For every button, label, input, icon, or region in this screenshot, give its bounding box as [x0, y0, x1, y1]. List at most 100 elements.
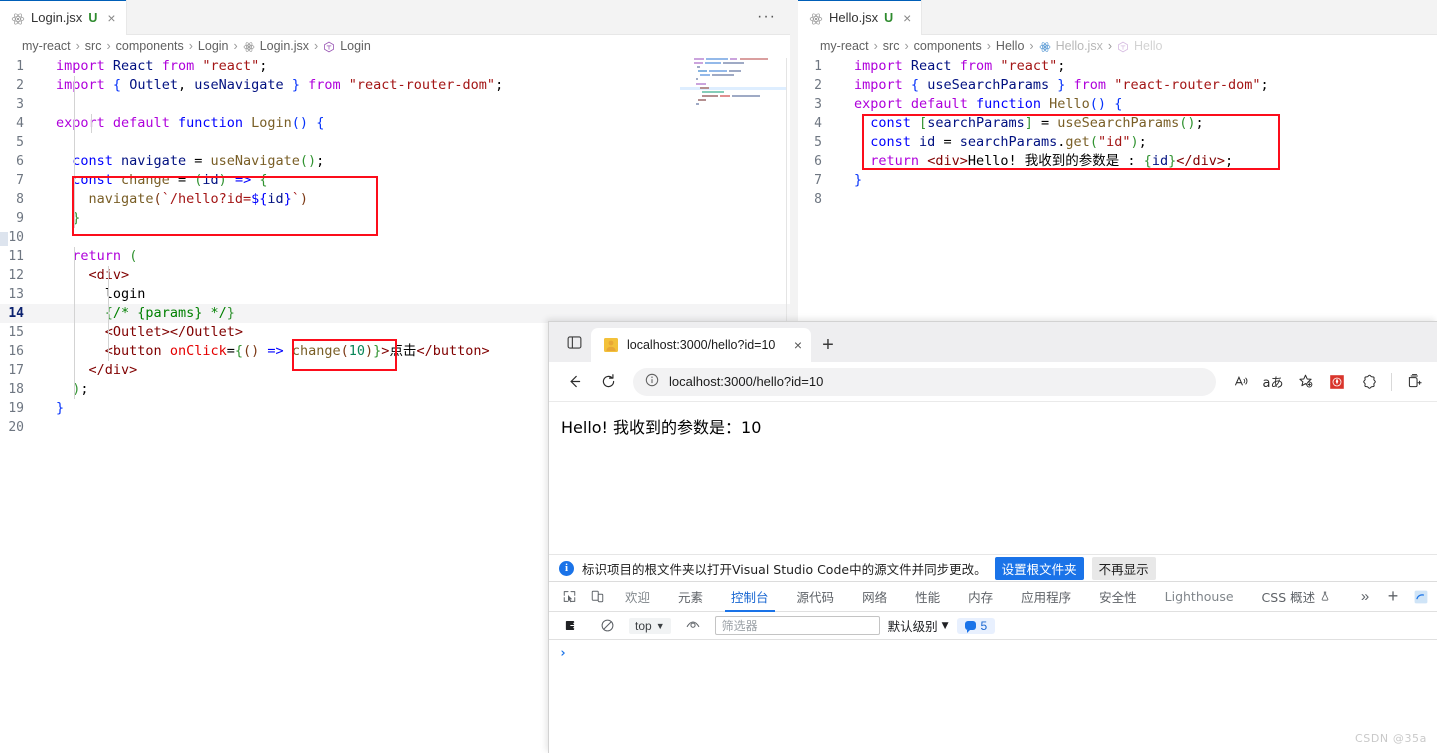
code-line: 4 export default function Login() { — [0, 114, 790, 133]
no-entry-icon[interactable] — [593, 612, 621, 640]
device-toolbar-icon[interactable] — [583, 583, 611, 611]
code-text: <Outlet></Outlet> — [105, 324, 244, 340]
code-line: 12 <div> — [0, 266, 790, 285]
live-expression-icon[interactable] — [679, 612, 707, 640]
more-tabs-icon[interactable]: » — [1351, 583, 1379, 611]
devtools-tab-welcome[interactable]: 欢迎 — [611, 582, 664, 612]
code-text: const change = (id) => { — [72, 172, 268, 188]
notification-message: 标识项目的根文件夹以打开Visual Studio Code中的源文件并同步更改… — [582, 561, 987, 577]
devtools-tab-elements[interactable]: 元素 — [664, 582, 717, 612]
reload-button[interactable] — [593, 367, 623, 397]
devtools-tab-application[interactable]: 应用程序 — [1007, 582, 1085, 612]
line-number: 7 — [16, 173, 24, 188]
set-root-folder-button[interactable]: 设置根文件夹 — [994, 556, 1084, 580]
close-icon[interactable]: × — [107, 11, 115, 25]
favicon-icon — [603, 337, 619, 353]
indent-guide — [108, 266, 109, 361]
new-tab-button[interactable]: + — [811, 328, 845, 362]
breadcrumb-item-2[interactable]: components — [116, 39, 184, 53]
breadcrumb-item-0[interactable]: my-react — [820, 39, 869, 53]
line-number: 6 — [16, 154, 24, 169]
extension-icon[interactable] — [1322, 367, 1352, 397]
breadcrumb-item-4[interactable]: Hello.jsx — [1056, 39, 1103, 53]
add-tab-icon[interactable]: + — [1379, 583, 1407, 611]
collections-icon[interactable] — [1399, 367, 1429, 397]
code-text: ); — [72, 381, 89, 397]
indent-guide — [74, 76, 75, 228]
clear-console-icon[interactable] — [557, 612, 585, 640]
devtools-tab-css-overview[interactable]: CSS 概述 — [1248, 582, 1345, 612]
line-number: 9 — [16, 211, 24, 226]
editor-tab-filename: Hello.jsx — [829, 10, 879, 25]
inspect-element-icon[interactable] — [555, 583, 583, 611]
console-toolbar: top ▼ 筛选器 默认级别 ▼ 5 — [549, 612, 1437, 640]
read-aloud-icon[interactable] — [1226, 367, 1256, 397]
console-message-count-badge[interactable]: 5 — [956, 617, 996, 634]
breadcrumb-separator: › — [233, 39, 238, 53]
code-line: 10 — [0, 228, 790, 247]
breadcrumb-separator: › — [75, 39, 80, 53]
translate-icon[interactable]: aあ — [1258, 367, 1288, 397]
code-line: 6 const navigate = useNavigate(); — [0, 152, 790, 171]
editor-minimap[interactable] — [680, 58, 786, 106]
browser-essentials-icon[interactable] — [1354, 367, 1384, 397]
add-favorite-icon[interactable] — [1290, 367, 1320, 397]
devtools-tab-security[interactable]: 安全性 — [1085, 582, 1151, 612]
close-icon[interactable]: × — [903, 11, 911, 25]
line-number: 3 — [16, 97, 24, 112]
code-line: 4 const [searchParams] = useSearchParams… — [798, 114, 1437, 133]
breadcrumb-item-2[interactable]: components — [914, 39, 982, 53]
breadcrumb-left: my-react › src › components › Login › Lo… — [0, 35, 790, 57]
indent-guide — [91, 114, 92, 133]
line-number: 8 — [16, 192, 24, 207]
tabbar-empty-space — [126, 0, 758, 34]
address-bar[interactable]: localhost:3000/hello?id=10 — [633, 367, 1216, 396]
devtools-extra-icon[interactable] — [1407, 583, 1435, 611]
console-input-prompt[interactable]: › — [549, 644, 1437, 662]
code-line: 1 import React from "react"; — [798, 57, 1437, 76]
breadcrumb-separator: › — [1029, 39, 1034, 53]
info-icon[interactable] — [645, 373, 659, 390]
browser-tabstrip: localhost:3000/hello?id=10 × + — [549, 322, 1437, 362]
scrollbar-decoration — [0, 232, 8, 246]
dont-show-again-button[interactable]: 不再显示 — [1091, 556, 1156, 580]
breadcrumb-item-1[interactable]: src — [883, 39, 900, 53]
editor-tab-hello[interactable]: Hello.jsx U × — [798, 0, 923, 35]
code-line: 9 } — [0, 209, 790, 228]
breadcrumb-item-3[interactable]: Hello — [996, 39, 1025, 53]
code-line: 2 import { useSearchParams } from "react… — [798, 76, 1437, 95]
devtools-tab-sources[interactable]: 源代码 — [783, 582, 849, 612]
devtools-tab-performance[interactable]: 性能 — [901, 582, 954, 612]
console-context-value: top — [635, 618, 652, 633]
breadcrumb-item-0[interactable]: my-react — [22, 39, 71, 53]
line-number: 5 — [814, 135, 822, 150]
editor-tab-login[interactable]: Login.jsx U × — [0, 0, 127, 35]
console-level-selector[interactable]: 默认级别 ▼ — [888, 616, 949, 635]
breadcrumb-item-5[interactable]: Hello — [1134, 39, 1163, 53]
back-button[interactable] — [559, 367, 589, 397]
console-output[interactable]: › — [549, 640, 1437, 736]
devtools-tab-lighthouse[interactable]: Lighthouse — [1151, 582, 1248, 612]
close-icon[interactable]: × — [794, 337, 802, 353]
code-line: 13 login — [0, 285, 790, 304]
editor-tab-status-badge: U — [88, 10, 98, 25]
editor-more-actions[interactable]: ··· — [757, 0, 790, 34]
code-text: <button onClick={() => change(10)}>点击</b… — [104, 343, 490, 359]
browser-page-content: Hello! 我收到的参数是：10 — [549, 402, 1437, 554]
editor-tab-filename: Login.jsx — [31, 10, 83, 25]
console-filter-input[interactable]: 筛选器 — [714, 616, 880, 635]
devtools-tab-console[interactable]: 控制台 — [717, 582, 783, 612]
console-context-selector[interactable]: top ▼ — [629, 617, 671, 634]
devtools-tab-memory[interactable]: 内存 — [954, 582, 1007, 612]
breadcrumb-item-1[interactable]: src — [85, 39, 102, 53]
code-text: } — [72, 210, 81, 226]
breadcrumb-item-3[interactable]: Login — [198, 39, 229, 53]
line-number: 19 — [8, 401, 24, 416]
minimap-line — [702, 91, 724, 93]
browser-tab[interactable]: localhost:3000/hello?id=10 × — [591, 328, 811, 362]
breadcrumb-item-5[interactable]: Login — [340, 39, 371, 53]
devtools-tab-network[interactable]: 网络 — [848, 582, 901, 612]
minimap-line — [729, 70, 741, 72]
breadcrumb-item-4[interactable]: Login.jsx — [260, 39, 309, 53]
tab-actions-icon[interactable] — [557, 322, 591, 362]
